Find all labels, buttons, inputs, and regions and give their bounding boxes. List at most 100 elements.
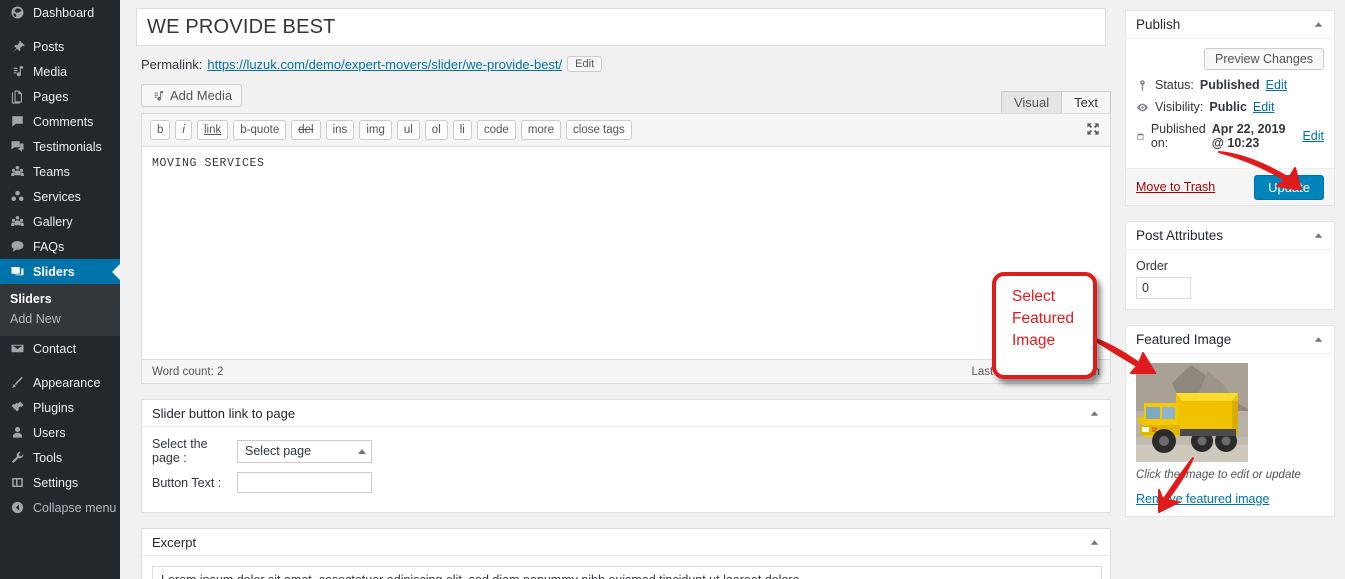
- excerpt-textarea[interactable]: Lorem ipsum dolor sit amet, cosectetuer …: [152, 566, 1102, 579]
- permalink-edit-button[interactable]: Edit: [567, 56, 603, 72]
- services-icon: [11, 190, 24, 201]
- select-page-dropdown[interactable]: Select page: [237, 439, 372, 463]
- preview-changes-button[interactable]: Preview Changes: [1204, 48, 1324, 70]
- callout-line-2: Featured: [1012, 310, 1075, 327]
- featured-image-thumbnail[interactable]: [1136, 363, 1248, 462]
- move-to-trash-link[interactable]: Move to Trash: [1136, 180, 1215, 194]
- remove-featured-image-link[interactable]: Remove featured image: [1136, 492, 1269, 506]
- sidebar-item-label: Testimonials: [33, 139, 102, 154]
- select-page-row: Select the page : Select page: [152, 437, 1100, 465]
- order-value: 0: [1142, 281, 1149, 295]
- quicktag-close-tags[interactable]: close tags: [566, 120, 632, 140]
- sidebar-item-media[interactable]: Media: [0, 59, 120, 84]
- select-page-value: Select page: [245, 444, 312, 458]
- sidebar-item-pages[interactable]: Pages: [0, 84, 120, 109]
- visibility-value: Public: [1209, 100, 1247, 114]
- teams-icon: [11, 165, 24, 176]
- excerpt-panel-header: Excerpt: [142, 529, 1110, 556]
- update-button[interactable]: Update: [1254, 174, 1324, 200]
- sidebar-item-users[interactable]: Users: [0, 420, 120, 445]
- quicktag-ins[interactable]: ins: [325, 120, 355, 140]
- tab-text[interactable]: Text: [1061, 91, 1111, 113]
- quicktag-img[interactable]: img: [359, 120, 392, 140]
- chevron-up-icon[interactable]: [1089, 537, 1100, 548]
- sidebar-item-tools[interactable]: Tools: [0, 445, 120, 470]
- sidebar-item-plugins[interactable]: Plugins: [0, 395, 120, 420]
- sidebar-item-gallery[interactable]: Gallery: [0, 209, 120, 234]
- quicktag-more[interactable]: more: [520, 120, 562, 140]
- featured-image-header: Featured Image: [1126, 326, 1334, 354]
- status-value: Published: [1199, 78, 1260, 92]
- status-edit-link[interactable]: Edit: [1266, 78, 1288, 92]
- slider-panel-title: Slider button link to page: [152, 405, 296, 421]
- chevron-up-icon[interactable]: [1089, 408, 1100, 419]
- sidebar-item-comments[interactable]: Comments: [0, 109, 120, 134]
- tab-visual[interactable]: Visual: [1000, 91, 1063, 113]
- quicktag-ul[interactable]: ul: [396, 120, 420, 140]
- button-text-input[interactable]: [237, 472, 372, 493]
- sidebar-item-sliders[interactable]: Sliders: [0, 259, 120, 284]
- quicktag-link[interactable]: link: [196, 120, 229, 140]
- appearance-icon: [12, 376, 23, 389]
- sidebar-item-label: Collapse menu: [33, 500, 117, 515]
- quicktags-toolbar: b i link b-quote del ins img ul ol li co…: [141, 113, 1111, 147]
- sidebar-item-label: Teams: [33, 164, 70, 179]
- sidebar-item-collapse-menu[interactable]: Collapse menu: [0, 495, 120, 520]
- order-input[interactable]: 0: [1136, 277, 1191, 299]
- post-attributes-title: Post Attributes: [1136, 228, 1224, 243]
- slider-button-link-panel: Slider button link to page Select the pa…: [141, 399, 1111, 513]
- pin-icon: [13, 40, 25, 53]
- sidebar-item-dashboard[interactable]: Dashboard: [0, 0, 120, 25]
- eye-icon: [1137, 103, 1148, 111]
- quicktag-bold[interactable]: b: [150, 120, 171, 140]
- chevron-up-icon[interactable]: [1313, 19, 1324, 30]
- editor-status-bar: Word count: 2 Last edited by movers on: [141, 360, 1111, 384]
- sidebar-item-appearance[interactable]: Appearance: [0, 370, 120, 395]
- permalink-url[interactable]: https://luzuk.com/demo/expert-movers/sli…: [207, 57, 562, 72]
- sidebar-subitem-sliders[interactable]: Sliders: [10, 289, 120, 309]
- content-textarea[interactable]: MOVING SERVICES: [141, 147, 1111, 360]
- sidebar-item-faqs[interactable]: FAQs: [0, 234, 120, 259]
- permalink: Permalink: https://luzuk.com/demo/expert…: [141, 56, 1108, 72]
- editor-mode-tabs: Visual Text: [1000, 91, 1111, 113]
- add-media-label: Add Media: [170, 88, 233, 103]
- sidebar-item-label: FAQs: [33, 239, 65, 254]
- sidebar-item-services[interactable]: Services: [0, 184, 120, 209]
- fullscreen-icon[interactable]: [1085, 121, 1101, 137]
- published-on-edit-link[interactable]: Edit: [1302, 129, 1324, 143]
- sidebar-item-settings[interactable]: Settings: [0, 470, 120, 495]
- sidebar-item-label: Dashboard: [33, 5, 95, 20]
- status-label: Status:: [1155, 78, 1194, 92]
- permalink-label: Permalink:: [141, 56, 203, 72]
- sidebar-item-posts[interactable]: Posts: [0, 34, 120, 59]
- sidebar-item-label: Appearance: [33, 375, 101, 390]
- faqs-icon: [11, 241, 24, 252]
- sidebar-subitem-add-new[interactable]: Add New: [10, 309, 120, 329]
- sidebar-item-label: Sliders: [33, 264, 75, 279]
- admin-sidebar: Dashboard Posts Media Pages Comments Tes…: [0, 0, 120, 579]
- quicktag-italic[interactable]: i: [175, 120, 192, 140]
- callout-line-3: Image: [1012, 332, 1056, 349]
- chevron-up-icon[interactable]: [1313, 230, 1324, 241]
- word-count: Word count: 2: [152, 365, 224, 378]
- sidebar-item-teams[interactable]: Teams: [0, 159, 120, 184]
- button-text-label: Button Text :: [152, 475, 222, 490]
- sidebar-item-label: Services: [33, 189, 81, 204]
- quicktag-code[interactable]: code: [476, 120, 516, 140]
- post-title-input[interactable]: WE PROVIDE BEST: [136, 8, 1106, 46]
- add-media-button[interactable]: Add Media: [141, 84, 243, 107]
- visibility-edit-link[interactable]: Edit: [1253, 100, 1275, 114]
- quicktag-ol[interactable]: ol: [424, 120, 448, 140]
- quicktag-bquote[interactable]: b-quote: [233, 120, 287, 140]
- quicktag-li[interactable]: li: [452, 120, 472, 140]
- sidebar-item-testimonials[interactable]: Testimonials: [0, 134, 120, 159]
- publish-box-footer: Move to Trash Update: [1126, 168, 1334, 205]
- quicktag-del[interactable]: del: [291, 120, 321, 140]
- sidebar-item-label: Settings: [33, 475, 79, 490]
- tools-icon: [11, 451, 24, 464]
- chevron-up-icon[interactable]: [1313, 334, 1324, 345]
- sidebar-item-label: Gallery: [33, 214, 73, 229]
- publish-box-body: Preview Changes Status: Published Edit V…: [1126, 39, 1334, 168]
- sidebar-item-contact[interactable]: Contact: [0, 336, 120, 361]
- pages-icon: [11, 90, 22, 104]
